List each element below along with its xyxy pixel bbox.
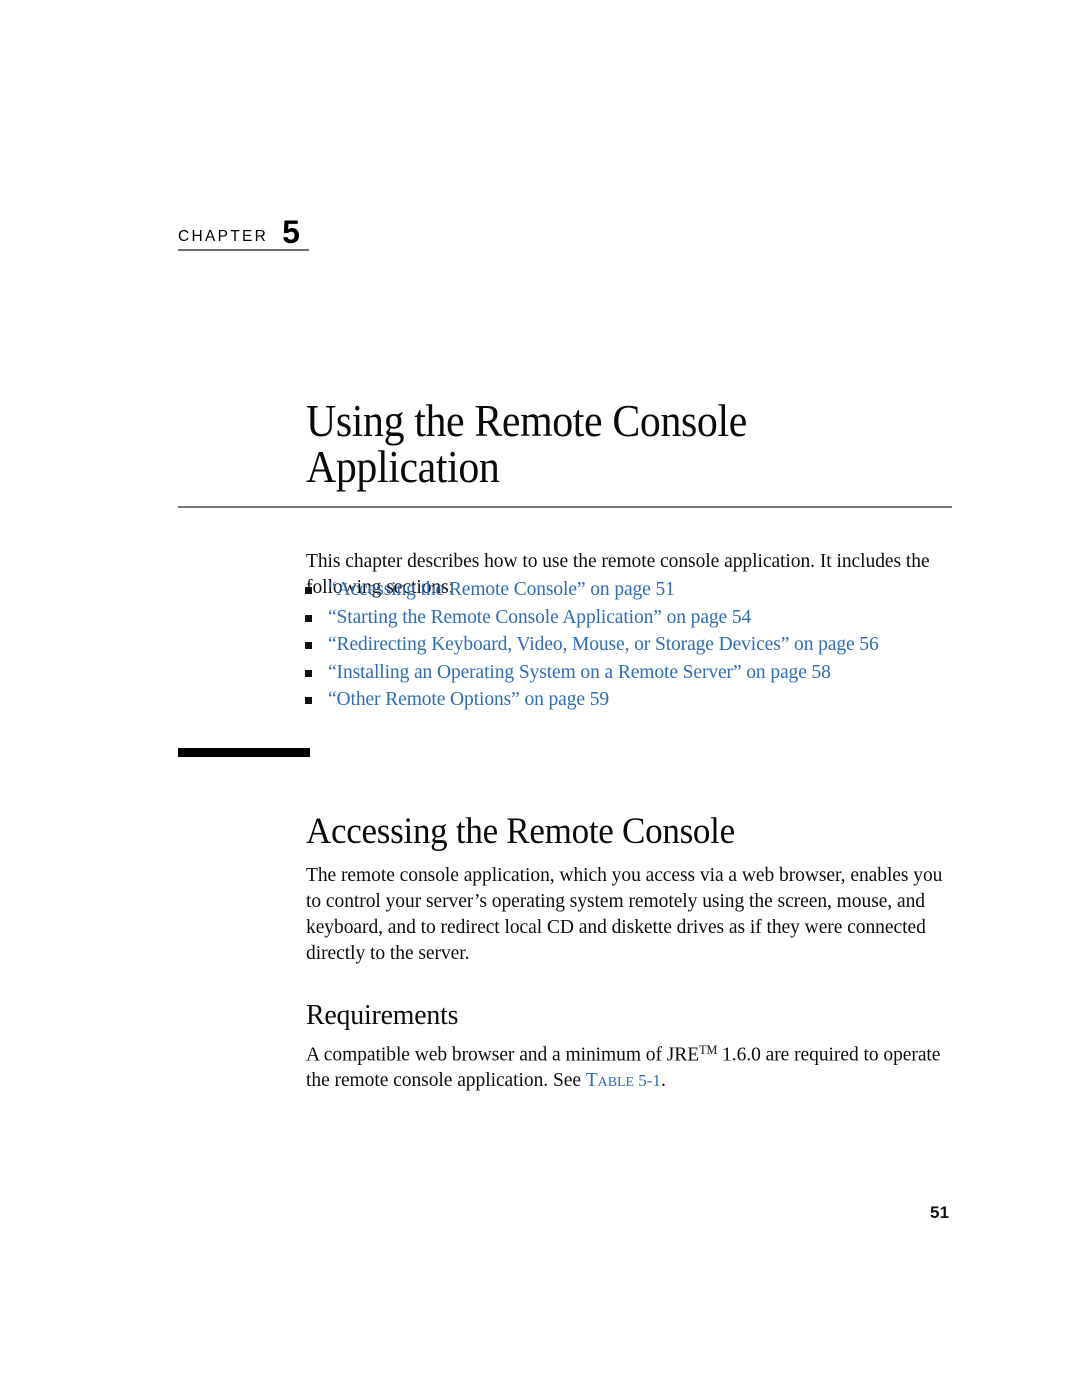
section-marker-bar [178,748,310,757]
chapter-section-list: “Accessing the Remote Console” on page 5… [303,576,983,714]
subsection-heading: Requirements [306,999,459,1031]
requirements-text-part-3: . [660,1070,666,1091]
square-bullet-icon [305,614,312,622]
list-item: “Installing an Operating System on a Rem… [303,659,983,687]
trademark-symbol: TM [699,1042,718,1057]
page-title-line-1: Using the Remote Console [306,396,747,447]
table-cross-reference-number[interactable]: 5-1 [634,1071,661,1090]
title-divider [178,506,952,508]
square-bullet-icon [305,587,312,594]
chapter-number: 5 [282,214,300,250]
section-link-starting-the-remote-console-application[interactable]: “Starting the Remote Console Application… [328,607,751,628]
list-item: “Starting the Remote Console Application… [303,604,983,632]
section-link-accessing-the-remote-console[interactable]: “Accessing the Remote Console” on page 5… [328,579,675,600]
section-link-installing-an-operating-system-on-a-remote-server[interactable]: “Installing an Operating System on a Rem… [328,662,831,683]
section-link-redirecting-keyboard-video-mouse-or-storage-devices[interactable]: “Redirecting Keyboard, Video, Mouse, or … [328,634,879,655]
requirements-text-part-1: A compatible web browser and a minimum o… [306,1043,700,1065]
chapter-label-block: CHAPTER 5 [178,214,310,251]
list-item: “Redirecting Keyboard, Video, Mouse, or … [303,631,983,659]
requirements-paragraph: A compatible web browser and a minimum o… [306,1042,966,1095]
list-item: “Other Remote Options” on page 59 [303,686,983,714]
square-bullet-icon [305,669,312,677]
square-bullet-icon [305,642,312,649]
chapter-label-line: CHAPTER 5 [178,214,310,249]
document-page: CHAPTER 5 Using the Remote Console Appli… [0,0,1080,1397]
page-number: 51 [930,1203,950,1222]
page-title-line-2: Application [306,442,500,493]
list-item: “Accessing the Remote Console” on page 5… [303,576,983,604]
section-link-other-remote-options[interactable]: “Other Remote Options” on page 59 [328,689,609,710]
square-bullet-icon [305,697,312,704]
chapter-label-word: CHAPTER [178,228,269,245]
section-heading: Accessing the Remote Console [306,810,735,852]
section-paragraph: The remote console application, which yo… [306,864,943,965]
page-title: Using the Remote Console Application [306,396,883,493]
table-cross-reference-link[interactable]: Table [586,1070,634,1091]
